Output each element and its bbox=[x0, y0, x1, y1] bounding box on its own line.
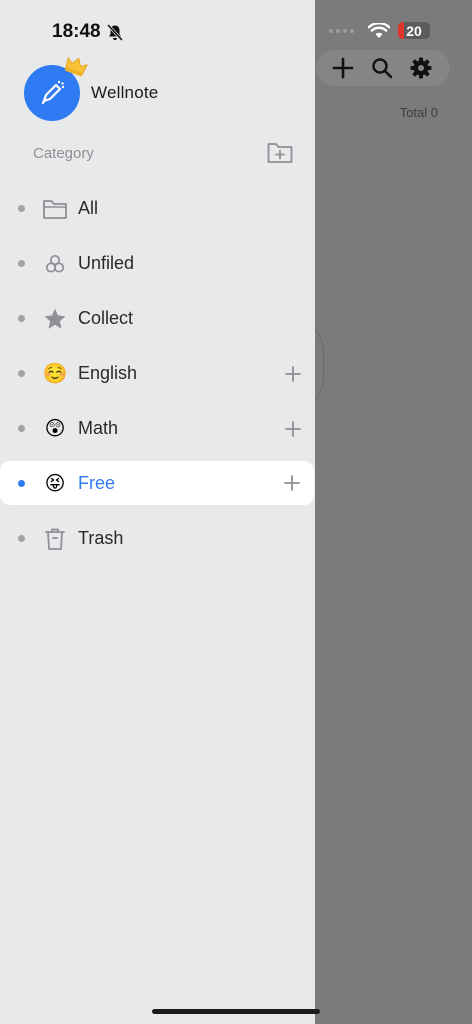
smiling-face-emoji-icon: ☺️ bbox=[42, 363, 68, 385]
category-label: All bbox=[78, 198, 99, 218]
cellular-signal-icon bbox=[329, 28, 354, 33]
category-item-unfiled[interactable]: Unfiled bbox=[0, 236, 315, 291]
new-category-button[interactable] bbox=[266, 140, 294, 166]
add-note-free-plus-icon[interactable] bbox=[284, 475, 300, 491]
category-item-all[interactable]: All bbox=[0, 181, 315, 236]
category-list: All Unfiled Collect ☺️ English 😲 Math 😝 … bbox=[0, 181, 315, 566]
time-text: 18:48 bbox=[52, 21, 101, 42]
wifi-icon bbox=[368, 22, 390, 38]
bell-muted-icon bbox=[107, 23, 123, 41]
bullet-dot bbox=[18, 370, 25, 377]
trash-icon bbox=[42, 526, 68, 552]
search-button[interactable] bbox=[368, 54, 396, 82]
category-item-math[interactable]: 😲 Math bbox=[0, 401, 315, 456]
total-count: Total 0 bbox=[399, 105, 438, 120]
category-label: Collect bbox=[78, 308, 134, 328]
add-note-english-plus-icon[interactable] bbox=[285, 365, 301, 382]
bullet-dot bbox=[18, 205, 25, 212]
status-bar-right: 20 bbox=[329, 22, 430, 39]
status-time: 18:48 bbox=[52, 21, 123, 43]
home-indicator[interactable] bbox=[152, 1009, 320, 1014]
folder-icon bbox=[42, 196, 68, 222]
category-item-trash[interactable]: Trash bbox=[0, 511, 315, 566]
crown-icon bbox=[64, 56, 88, 77]
battery-level: 20 bbox=[406, 22, 422, 39]
category-drawer: 18:48 Wellnote Category All Unfiled Coll… bbox=[0, 0, 315, 1024]
astonished-face-emoji-icon: 😲 bbox=[44, 418, 66, 440]
folder-plus-icon bbox=[267, 143, 293, 163]
bullet-dot bbox=[18, 535, 25, 542]
bullet-dot bbox=[18, 260, 25, 267]
bullet-dot bbox=[18, 479, 25, 487]
category-label: English bbox=[78, 363, 138, 383]
category-label: Math bbox=[78, 418, 119, 438]
add-note-button[interactable] bbox=[329, 54, 357, 82]
pen-icon bbox=[41, 80, 65, 105]
search-icon bbox=[372, 58, 393, 79]
category-item-free[interactable]: 😝 Free bbox=[0, 461, 314, 505]
unfiled-icon bbox=[42, 251, 68, 277]
tongue-out-face-emoji-icon: 😝 bbox=[44, 472, 66, 495]
category-item-collect[interactable]: Collect bbox=[0, 291, 315, 346]
battery-icon: 20 bbox=[398, 22, 430, 39]
bullet-dot bbox=[18, 425, 25, 432]
category-label: Unfiled bbox=[78, 253, 135, 273]
category-heading: Category bbox=[33, 145, 94, 162]
top-toolbar bbox=[316, 50, 450, 86]
settings-button[interactable] bbox=[407, 54, 435, 82]
bullet-dot bbox=[18, 315, 25, 322]
category-label: Trash bbox=[78, 528, 124, 548]
plus-icon bbox=[333, 57, 354, 79]
gear-icon bbox=[410, 57, 432, 79]
category-item-english[interactable]: ☺️ English bbox=[0, 346, 315, 401]
star-icon bbox=[42, 306, 68, 332]
category-label: Free bbox=[78, 472, 116, 493]
app-name: Wellnote bbox=[91, 83, 159, 102]
add-note-math-plus-icon[interactable] bbox=[285, 420, 301, 437]
